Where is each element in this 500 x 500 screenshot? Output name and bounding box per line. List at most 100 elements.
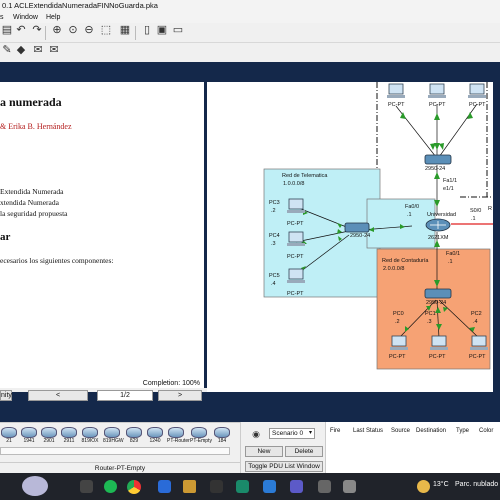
pdu-list-table: Fire Last Status Source Destination Type… [325,422,500,473]
topology-diagram: PC-PT PC-PT PC-PT 2950-24 Fa1/1 e1/1 Red… [263,82,493,370]
pc-ip: .3 [271,241,276,247]
pc-icon[interactable] [390,335,408,350]
widget-cat-icon[interactable] [22,476,48,496]
pdu-control-panel: ◉ Scenario 0 ▾ New Delete Toggle PDU Lis… [240,422,325,473]
weather-temp: 13°C [433,481,449,488]
packet-tracer-icon[interactable] [236,480,249,493]
pc-ip: .4 [271,281,276,287]
menu-bar: s Window Help [0,12,500,23]
zoom-reset-icon[interactable]: ⊙ [66,23,80,37]
workspace-side-band [493,82,500,392]
document-icon[interactable]: ▯ [140,23,154,37]
completion-status: Completion: 100% [142,380,200,387]
word-icon[interactable] [263,480,276,493]
redo-icon[interactable]: ↷ [30,23,44,37]
folder-icon[interactable] [183,480,196,493]
simple-pdu-icon[interactable]: ✉ [31,43,45,57]
zoom-in-icon[interactable]: ⊕ [50,23,64,37]
delete-scenario-button[interactable]: Delete [285,446,323,457]
app-icon[interactable] [318,480,331,493]
switch-label: 2950-24 [425,166,445,172]
teams-icon[interactable] [290,480,303,493]
menu-item-window[interactable]: Window [13,12,38,23]
column-header[interactable]: Type [456,428,469,434]
doc-body: ecesarios los siguientes componentes: [0,256,114,265]
pc-icon[interactable] [470,335,488,350]
pc-label: PC-PT [469,102,486,108]
iface-label: S0/0 [470,208,481,214]
undo-icon[interactable]: ↶ [14,23,28,37]
device-type-panel: 21 1941 2901 2911 819IOX 819HGW 829 1240… [0,422,240,462]
column-header[interactable]: Fire [330,428,340,434]
pc-icon[interactable] [287,231,305,246]
menu-item-help[interactable]: Help [46,12,60,23]
pc-label: PC-PT [429,354,446,360]
pen-icon[interactable]: ✎ [0,43,14,57]
app-icon[interactable] [158,480,171,493]
iface-label: e1/1 [443,186,454,192]
new-scenario-button[interactable]: New [245,446,283,457]
column-header[interactable]: Source [391,428,410,434]
app-icon[interactable] [80,480,93,493]
pc-icon[interactable] [428,83,446,98]
pc-icon[interactable] [387,83,405,98]
pc-label: PC4 [269,233,280,239]
pc-label: PC-PT [429,102,446,108]
iface-label: Fa0/0 [405,204,419,210]
image-icon[interactable]: ▣ [155,23,169,37]
pc-label: PC-PT [389,354,406,360]
complex-pdu-icon[interactable]: ✉ [47,43,61,57]
router-icon[interactable] [425,218,451,232]
pc-icon[interactable] [430,335,448,350]
column-header[interactable]: Last Status [353,428,383,434]
selected-device-label: Router-PT-Empty [0,462,240,473]
pc-icon[interactable] [287,198,305,213]
pc-label: PC3 [269,200,280,206]
fit-icon[interactable]: ⬚ [99,23,113,37]
iface-label: .1 [448,259,453,265]
next-page-button[interactable]: > [158,390,202,401]
column-header[interactable]: Destination [416,428,446,434]
switch-icon[interactable] [344,222,370,233]
instructions-left-button[interactable]: nity [0,390,12,401]
prev-page-button[interactable]: < [28,390,88,401]
chevron-down-icon[interactable]: ▾ [309,429,312,436]
pc-ip: .2 [271,208,276,214]
palette-icon[interactable]: ▦ [118,23,132,37]
chrome-icon[interactable] [127,480,141,494]
screen-icon[interactable]: ▭ [171,23,185,37]
logical-workspace[interactable]: PC-PT PC-PT PC-PT 2950-24 Fa1/1 e1/1 Red… [207,82,493,392]
page-indicator: 1/2 [97,390,153,401]
pc-icon[interactable] [287,268,305,283]
doc-line-2: xtendida Numerada [0,198,59,207]
weather-icon[interactable] [417,480,430,493]
workspace-header-band [0,62,500,82]
scenario-icon: ◉ [252,429,260,439]
pc-label: PC1 [425,311,436,317]
app-icon[interactable] [343,480,356,493]
app-icon[interactable] [210,480,223,493]
zoom-out-icon[interactable]: ⊖ [82,23,96,37]
instructions-pager: nity < 1/2 > [0,390,204,402]
pc-icon[interactable] [468,83,486,98]
net-label: 2.0.0.0/8 [383,266,404,272]
column-header[interactable]: Color [479,428,493,434]
switch-label: 2950-24 [426,300,446,306]
toggle-pdu-list-button[interactable]: Toggle PDU List Window [245,461,323,472]
doc-authors: & Erika B. Hernández [0,122,72,131]
switch-icon[interactable] [424,154,452,165]
paste-icon[interactable]: ▤ [0,23,14,37]
menu-item-options[interactable]: s [0,12,4,23]
pc-ip: .2 [395,319,400,325]
net-label: Red de Contaduría [382,258,429,264]
switch-icon[interactable] [424,288,452,299]
pc-label: PC2 [471,311,482,317]
device-scrollbar[interactable] [0,447,230,455]
eraser-icon[interactable]: ◆ [14,43,28,57]
spotify-icon[interactable] [104,480,117,493]
pc-label: PC-PT [469,354,486,360]
secondary-toolbar: ✎ ◆ ✉ ✉ [0,43,500,62]
main-toolbar: ▤ ↶ ↷ ⊕ ⊙ ⊖ ⬚ ▦ ▯ ▣ ▭ [0,23,500,43]
weather-text: Parc. nublado [455,481,499,488]
iface-label: Fa0/1 [446,251,460,257]
